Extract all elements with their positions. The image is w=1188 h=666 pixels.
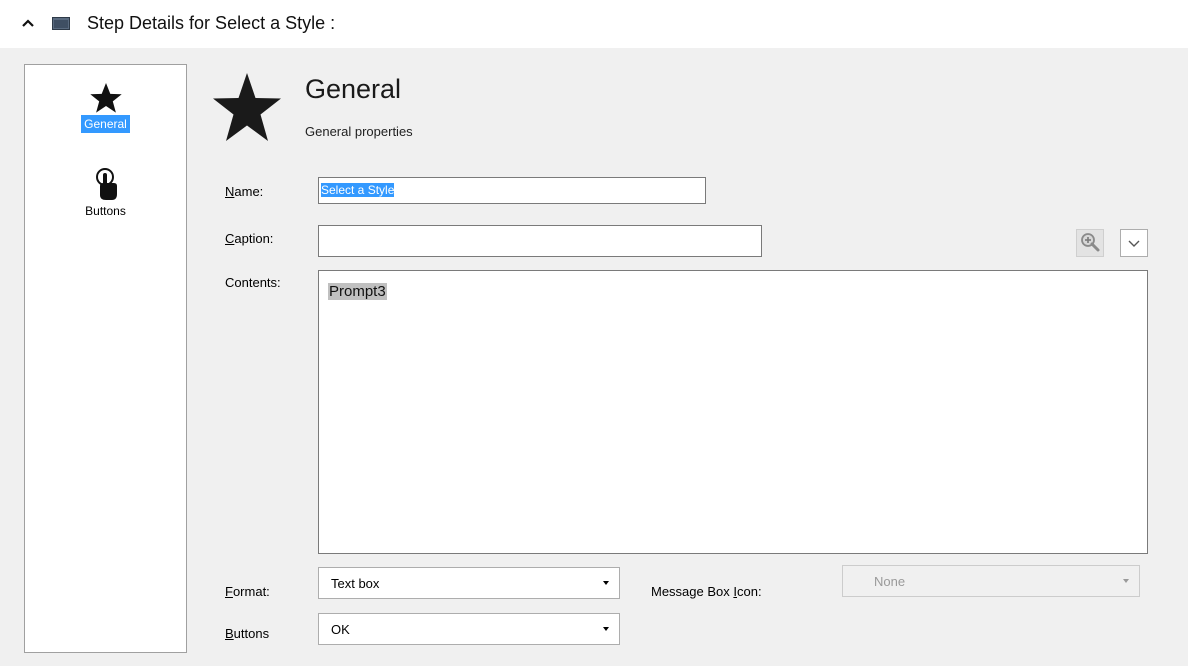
- format-label: Format:: [225, 584, 270, 599]
- message-box-icon-label: Message Box Icon:: [651, 584, 762, 599]
- dropdown-arrow-icon: [603, 581, 609, 585]
- nav-item-buttons[interactable]: Buttons: [25, 167, 186, 220]
- message-box-icon-dropdown[interactable]: None: [842, 565, 1140, 597]
- dropdown-arrow-icon: [1123, 579, 1129, 583]
- zoom-in-icon: [1081, 233, 1100, 252]
- nav-item-label: Buttons: [85, 204, 126, 218]
- step-details-header: Step Details for Select a Style :: [0, 0, 1188, 48]
- caption-field[interactable]: [318, 225, 762, 257]
- nav-item-label: General: [81, 115, 130, 133]
- chevron-up-icon[interactable]: [20, 15, 36, 31]
- window-icon: [52, 17, 70, 30]
- property-pages-nav: General Buttons: [24, 64, 187, 653]
- contents-editor[interactable]: Prompt3: [318, 270, 1148, 554]
- dropdown-arrow-icon: [603, 627, 609, 631]
- section-star-icon: [213, 73, 281, 141]
- contents-label: Contents:: [225, 275, 281, 290]
- buttons-dropdown-value: OK: [331, 622, 350, 637]
- format-dropdown[interactable]: Text box: [318, 567, 620, 599]
- star-icon: [89, 83, 122, 113]
- name-field[interactable]: Select a Style: [318, 177, 706, 204]
- zoom-button[interactable]: [1076, 229, 1104, 257]
- name-field-value: Select a Style: [321, 183, 395, 197]
- prompt-token[interactable]: Prompt3: [328, 283, 387, 300]
- buttons-label: Buttons: [225, 626, 270, 641]
- buttons-dropdown[interactable]: OK: [318, 613, 620, 645]
- chevron-down-icon: [1128, 240, 1140, 247]
- step-details-title: Step Details for Select a Style :: [87, 13, 336, 33]
- name-label: Name:: [225, 184, 264, 199]
- nav-item-general[interactable]: General: [25, 82, 186, 133]
- message-box-icon-value: None: [874, 574, 906, 589]
- section-subtitle: General properties: [305, 124, 413, 139]
- section-title: General: [305, 74, 402, 104]
- caption-label: Caption:: [225, 231, 274, 246]
- pointer-hand-icon: [95, 168, 117, 200]
- caption-options-dropdown-button[interactable]: [1120, 229, 1148, 257]
- format-dropdown-value: Text box: [331, 576, 380, 591]
